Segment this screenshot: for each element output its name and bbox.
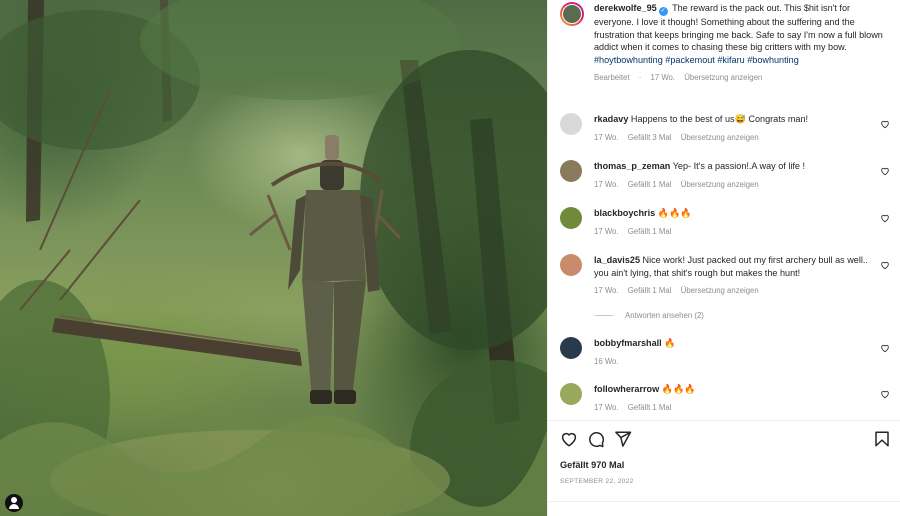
hashtag-link[interactable]: #packemout [665,55,715,65]
comment-age[interactable]: 17 Wo. [594,133,619,142]
caption-meta: Bearbeitet · 17 Wo. Übersetzung anzeigen [594,72,890,85]
comment-item: rkadavy Happens to the best of us😅 Congr… [560,113,892,144]
heart-icon[interactable] [880,213,890,223]
hashtag-link[interactable]: #bowhunting [747,55,799,65]
author-username[interactable]: derekwolfe_95 [594,3,657,13]
comment-text: Yep- It's a passion!.A way of life ! [672,161,806,171]
hashtag-link[interactable]: #hoytbowhunting [594,55,663,65]
translate-link[interactable]: Übersetzung anzeigen [681,133,759,142]
comment-likes[interactable]: Gefällt 1 Mal [628,403,672,412]
comment-text: Happens to the best of us😅 Congrats man! [630,114,809,124]
comment-item: thomas_p_zeman Yep- It's a passion!.A wa… [560,160,892,191]
comment-avatar[interactable] [560,254,582,276]
comment-age[interactable]: 17 Wo. [594,286,619,295]
comment-likes[interactable]: Gefällt 1 Mal [628,180,672,189]
heart-icon[interactable] [880,343,890,353]
comment-avatar[interactable] [560,383,582,405]
comment-icon[interactable] [587,430,605,448]
heart-icon[interactable] [880,389,890,399]
view-replies-label: Antworten ansehen (2) [625,311,704,320]
translate-link[interactable]: Übersetzung anzeigen [681,286,759,295]
comment-username[interactable]: followherarrow [594,384,659,394]
comment-username[interactable]: la_davis25 [594,255,640,265]
comment-likes[interactable]: Gefällt 3 Mal [628,133,672,142]
comment-item: la_davis25 Nice work! Just packed out my… [560,254,892,298]
comment-age[interactable]: 17 Wo. [594,180,619,189]
comment-avatar[interactable] [560,113,582,135]
comment-username[interactable]: rkadavy [594,114,628,124]
comment-text: 🔥 [664,338,676,348]
comment-avatar[interactable] [560,337,582,359]
divider [548,501,900,502]
edited-label: Bearbeitet · 17 Wo. [594,73,676,83]
instagram-post: derekwolfe_95 ✓ The reward is the pack ou… [0,0,900,516]
replies-divider [595,315,613,316]
comment-age[interactable]: 17 Wo. [594,227,619,236]
comment-likes[interactable]: Gefällt 1 Mal [628,227,672,236]
bookmark-icon[interactable] [873,430,891,448]
comment-age[interactable]: 17 Wo. [594,403,619,412]
heart-icon[interactable] [880,260,890,270]
comment-username[interactable]: blackboychris [594,208,655,218]
tagged-user-icon[interactable] [5,494,23,512]
heart-icon[interactable] [560,430,578,448]
comments-panel: derekwolfe_95 ✓ The reward is the pack ou… [547,0,900,516]
post-caption: derekwolfe_95 ✓ The reward is the pack ou… [560,2,890,85]
send-icon[interactable] [614,430,632,448]
action-buttons [560,430,632,448]
comment-username[interactable]: thomas_p_zeman [594,161,670,171]
likes-count[interactable]: Gefällt 970 Mal [560,460,624,470]
verified-badge-icon: ✓ [658,7,668,16]
translate-link[interactable]: Übersetzung anzeigen [681,180,759,189]
post-date[interactable]: SEPTEMBER 22, 2022 [560,478,634,485]
post-photo[interactable] [0,0,547,516]
comment-text: 🔥🔥🔥 [657,208,692,218]
comment-likes[interactable]: Gefällt 1 Mal [628,286,672,295]
hunter-forest-scene [0,0,547,516]
hashtag-link[interactable]: #kifaru [717,55,744,65]
view-replies-button[interactable]: Antworten ansehen (2) [595,311,704,320]
comment-item: blackboychris 🔥🔥🔥 17 Wo. Gefällt 1 Mal [560,207,892,238]
translate-link[interactable]: Übersetzung anzeigen [684,73,762,82]
heart-icon[interactable] [880,119,890,129]
comment-avatar[interactable] [560,160,582,182]
comment-username[interactable]: bobbyfmarshall [594,338,662,348]
post-actions-section: Gefällt 970 Mal SEPTEMBER 22, 2022 [548,420,900,516]
comment-avatar[interactable] [560,207,582,229]
comment-text: 🔥🔥🔥 [661,384,696,394]
comment-item: followherarrow 🔥🔥🔥 17 Wo. Gefällt 1 Mal [560,383,892,414]
comment-age[interactable]: 16 Wo. [594,357,619,366]
heart-icon[interactable] [880,166,890,176]
author-avatar[interactable] [560,2,584,26]
comment-item: bobbyfmarshall 🔥 16 Wo. [560,337,892,368]
